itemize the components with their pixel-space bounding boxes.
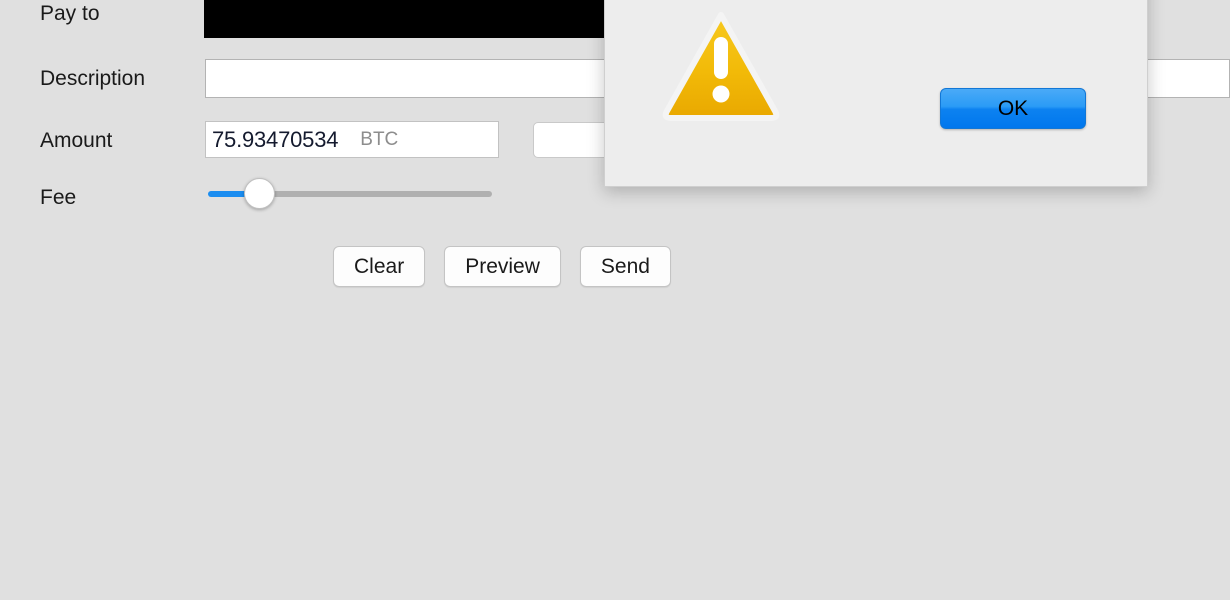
amount-input[interactable]: 75.93470534 BTC: [205, 121, 499, 158]
amount-unit-label: BTC: [360, 129, 399, 150]
preview-button[interactable]: Preview: [444, 246, 561, 287]
fee-slider[interactable]: [208, 178, 492, 209]
amount-value: 75.93470534: [212, 126, 339, 152]
pay-to-label: Pay to: [40, 2, 100, 25]
fee-slider-track: [252, 191, 492, 197]
warning-triangle-icon: [662, 12, 780, 121]
warning-dialog: OK: [604, 0, 1148, 187]
description-label: Description: [40, 67, 146, 90]
send-button[interactable]: Send: [579, 246, 671, 287]
amount-label: Amount: [40, 129, 113, 152]
action-button-row: Clear Preview Send: [333, 246, 671, 287]
clear-button[interactable]: Clear: [333, 246, 426, 287]
fee-label: Fee: [40, 186, 77, 209]
pay-to-input[interactable]: [204, 0, 632, 38]
fee-slider-knob[interactable]: [244, 178, 275, 209]
dialog-ok-button[interactable]: OK: [940, 88, 1086, 129]
